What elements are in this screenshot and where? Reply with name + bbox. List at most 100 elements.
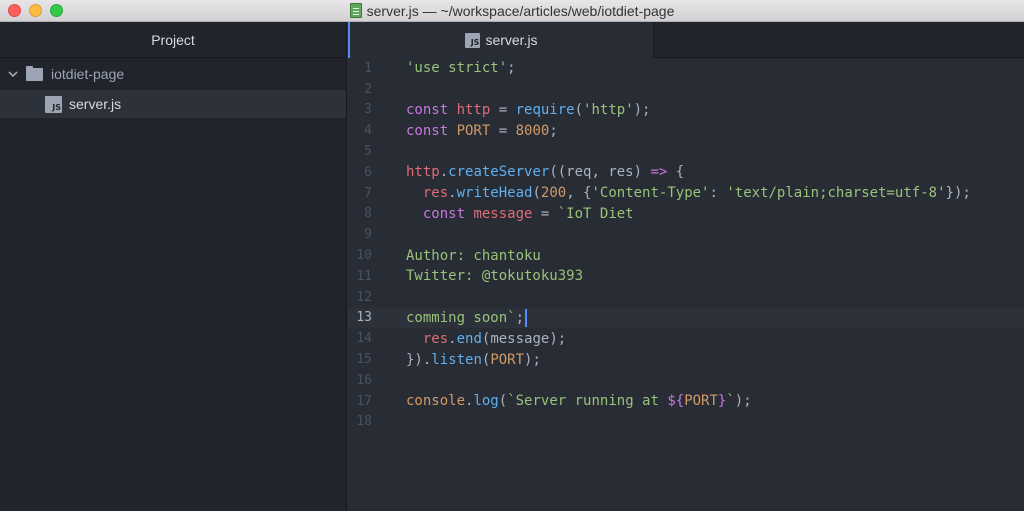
code-token: }); (945, 185, 971, 202)
code-token: `Server running at (507, 393, 668, 410)
code-token: PORT (456, 122, 491, 139)
line-number: 18 (356, 414, 372, 430)
code-token: ( (498, 393, 508, 410)
code-token: comming soon` (406, 309, 516, 326)
code-token: PORT (684, 393, 718, 410)
code-token: console (406, 393, 466, 410)
code-token: http (456, 101, 491, 118)
code-token: ); (524, 351, 541, 368)
code-text: Author: chantoku (406, 248, 541, 264)
code-token: `IoT Diet (557, 205, 634, 222)
code-token: http (406, 164, 440, 181)
code-text: res.writeHead(200, {'Content-Type': 'tex… (406, 185, 971, 201)
window-title-area: server.js — ~/workspace/articles/web/iot… (349, 3, 674, 19)
code-line[interactable]: 16 (348, 370, 1024, 391)
line-number: 11 (356, 268, 372, 284)
code-line[interactable]: 13 comming soon`; (348, 307, 1024, 329)
code-token: 200 (540, 185, 567, 202)
code-text: console.log(`Server running at ${PORT}`)… (406, 393, 752, 409)
code-line[interactable]: 2 (348, 79, 1024, 100)
code-editor[interactable]: 1'use strict'; 2 3 const http = require('ht… (348, 58, 1024, 511)
code-token: Author: chantoku (406, 247, 541, 264)
code-line[interactable]: 11 Twitter: @tokutoku393 (348, 266, 1024, 287)
code-line[interactable]: 7 res.writeHead(200, {'Content-Type': 't… (348, 183, 1024, 204)
code-token: 8000 (515, 122, 550, 139)
code-text: http.createServer((req, res) => { (406, 164, 684, 180)
code-line[interactable]: 14 res.end(message); (348, 328, 1024, 349)
code-token: { (667, 164, 685, 181)
editor-tab-bar: JS server.js (348, 22, 1024, 58)
line-number: 7 (364, 185, 372, 201)
code-token: (message); (481, 330, 567, 347)
line-number: 14 (356, 331, 372, 347)
folder-icon (26, 65, 43, 81)
code-line[interactable]: 18 (348, 412, 1024, 433)
code-token: const (406, 101, 457, 118)
code-token: = (490, 122, 516, 139)
code-line[interactable]: 3 const http = require('http'); (348, 100, 1024, 121)
tree-file-server-js[interactable]: JS server.js (0, 90, 346, 118)
line-number: 16 (356, 372, 372, 388)
code-token: ${ (667, 393, 685, 410)
code-line[interactable]: 17 console.log(`Server running at ${PORT}… (348, 391, 1024, 412)
code-token: ; (549, 122, 558, 139)
project-sidebar: Project iotdiet-page JS server.js (0, 22, 347, 511)
tree-root-folder-label: iotdiet-page (51, 66, 125, 82)
code-text: }).listen(PORT); (406, 352, 541, 368)
code-text: Twitter: @tokutoku393 (406, 268, 583, 284)
code-token: listen (431, 351, 482, 368)
tree-file-label: server.js (69, 96, 122, 112)
code-line[interactable]: 12 (348, 287, 1024, 308)
code-text: const message = `IoT Diet (406, 206, 634, 222)
code-token: ( (532, 185, 541, 202)
code-token: = (490, 101, 516, 118)
line-number: 5 (364, 144, 372, 160)
code-token: writeHead (456, 185, 533, 202)
line-number: 2 (364, 81, 372, 97)
code-line[interactable]: 9 (348, 224, 1024, 245)
code-line[interactable]: 4 const PORT = 8000; (348, 120, 1024, 141)
maximize-window-button[interactable] (50, 4, 63, 17)
line-number: 6 (364, 164, 372, 180)
line-number: 15 (356, 352, 372, 368)
code-text: 'use strict'; (406, 60, 516, 76)
text-cursor (525, 308, 528, 327)
code-token: PORT (490, 351, 525, 368)
tree-root-folder[interactable]: iotdiet-page (0, 58, 346, 90)
line-number: 17 (356, 393, 372, 409)
code-token: ); (633, 101, 651, 118)
code-token: ` (726, 393, 735, 410)
code-text: const http = require('http'); (406, 102, 650, 118)
window-titlebar: server.js — ~/workspace/articles/web/iot… (0, 0, 1024, 22)
code-token: res (406, 330, 449, 347)
code-token: res (406, 185, 449, 202)
code-token: = (532, 205, 558, 222)
close-window-button[interactable] (8, 4, 21, 17)
code-token: . (448, 330, 457, 347)
line-number: 13 (356, 310, 372, 326)
code-line[interactable]: 5 (348, 141, 1024, 162)
code-token: 'http' (583, 101, 634, 118)
code-token: 'use strict' (406, 60, 508, 77)
code-line[interactable]: 15 }).listen(PORT); (348, 349, 1024, 370)
code-token: ; (507, 60, 516, 77)
window-controls (8, 4, 63, 17)
code-line[interactable]: 1 'use strict'; (348, 58, 1024, 79)
code-token: ; (515, 309, 525, 326)
code-text: res.end(message); (406, 331, 566, 347)
tab-server-js[interactable]: JS server.js (348, 22, 654, 58)
minimize-window-button[interactable] (29, 4, 42, 17)
code-line[interactable]: 8 const message = `IoT Diet (348, 204, 1024, 225)
code-token: Twitter: @tokutoku393 (406, 268, 584, 285)
line-number: 10 (356, 248, 372, 264)
code-line[interactable]: 6 http.createServer((req, res) => { (348, 162, 1024, 183)
code-token: ( (574, 101, 584, 118)
line-number: 9 (364, 227, 372, 243)
line-number: 4 (364, 123, 372, 139)
code-token: : (709, 185, 727, 202)
code-line[interactable]: 10 Author: chantoku (348, 245, 1024, 266)
code-token: createServer (448, 164, 550, 181)
code-token: => (650, 164, 668, 181)
code-token: const (406, 122, 457, 139)
code-token: const (406, 205, 474, 222)
